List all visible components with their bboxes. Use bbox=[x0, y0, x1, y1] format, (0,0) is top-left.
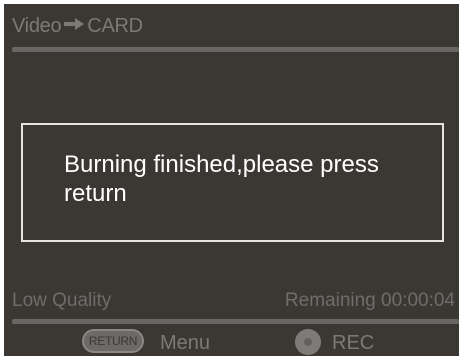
rec-button[interactable] bbox=[295, 329, 321, 355]
message-dialog: Burning finished,please press return bbox=[21, 123, 444, 242]
camera-screen: Video CARD Burning finished,please press … bbox=[4, 4, 459, 356]
right-arrow-icon bbox=[63, 13, 85, 37]
remaining-time: Remaining 00:00:04 bbox=[284, 290, 455, 311]
rec-label: REC bbox=[332, 332, 375, 354]
dialog-message: Burning finished,please press return bbox=[64, 151, 379, 207]
top-divider bbox=[12, 47, 459, 52]
bottom-divider bbox=[12, 319, 459, 324]
destination-label: CARD bbox=[87, 15, 143, 37]
quality-label: Low Quality bbox=[12, 290, 112, 311]
page-title: Video CARD bbox=[12, 14, 143, 39]
source-label: Video bbox=[12, 15, 62, 37]
title-bar: Video CARD bbox=[4, 4, 459, 46]
return-button[interactable]: RETURN bbox=[82, 329, 144, 353]
menu-label: Menu bbox=[160, 332, 211, 354]
record-icon bbox=[304, 338, 312, 346]
